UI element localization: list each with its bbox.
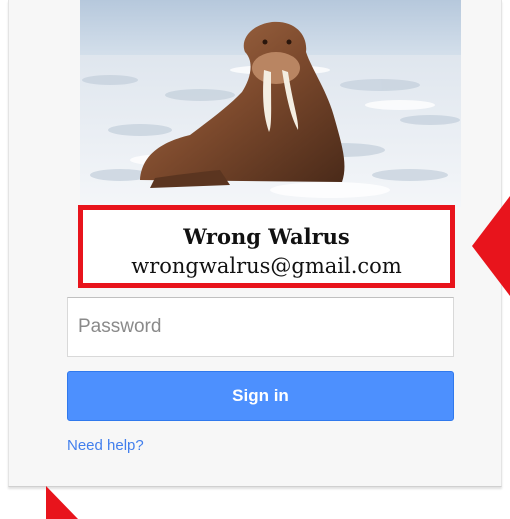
right-arrow-pointer-icon xyxy=(472,196,510,296)
account-photo xyxy=(80,0,461,207)
bottom-arrow-pointer-icon xyxy=(46,486,78,519)
account-highlight-box: Wrong Walrus wrongwalrus@gmail.com xyxy=(78,205,455,288)
need-help-link[interactable]: Need help? xyxy=(67,437,144,454)
account-email: wrongwalrus@gmail.com xyxy=(131,254,402,278)
sign-in-button[interactable]: Sign in xyxy=(67,371,454,421)
password-input[interactable] xyxy=(67,297,454,357)
account-name: Wrong Walrus xyxy=(183,224,350,249)
